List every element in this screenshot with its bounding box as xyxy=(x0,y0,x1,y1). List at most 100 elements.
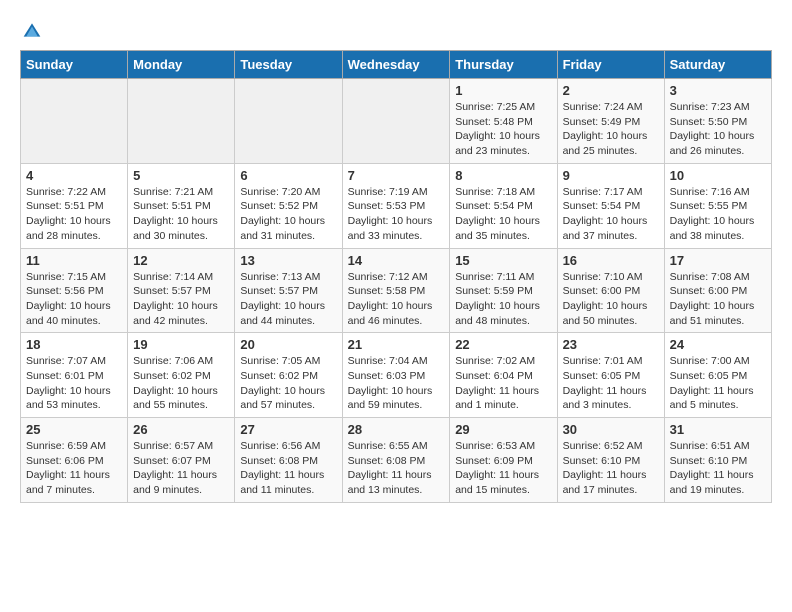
day-info: Sunrise: 7:22 AM Sunset: 5:51 PM Dayligh… xyxy=(26,185,122,244)
day-info: Sunrise: 6:53 AM Sunset: 6:09 PM Dayligh… xyxy=(455,439,551,498)
day-number: 4 xyxy=(26,168,122,183)
day-info: Sunrise: 6:57 AM Sunset: 6:07 PM Dayligh… xyxy=(133,439,229,498)
calendar-cell: 6 Sunrise: 7:20 AM Sunset: 5:52 PM Daylig… xyxy=(235,163,342,248)
calendar-week-row: 1 Sunrise: 7:25 AM Sunset: 5:48 PM Daylig… xyxy=(21,79,772,164)
day-number: 19 xyxy=(133,337,229,352)
calendar-cell: 15Sunrise: 7:11 AM Sunset: 5:59 PM Dayli… xyxy=(450,248,557,333)
day-number: 13 xyxy=(240,253,336,268)
calendar-cell: 2Sunrise: 7:24 AM Sunset: 5:49 PM Daylig… xyxy=(557,79,664,164)
day-info: Sunrise: 7:14 AM Sunset: 5:57 PM Dayligh… xyxy=(133,270,229,329)
calendar-cell: 27 Sunrise: 6:56 AM Sunset: 6:08 PM Dayli… xyxy=(235,418,342,503)
day-number: 14 xyxy=(348,253,445,268)
calendar-cell: 5 Sunrise: 7:21 AM Sunset: 5:51 PM Daylig… xyxy=(128,163,235,248)
day-info: Sunrise: 7:15 AM Sunset: 5:56 PM Dayligh… xyxy=(26,270,122,329)
header-sunday: Sunday xyxy=(21,51,128,79)
day-number: 22 xyxy=(455,337,551,352)
day-info: Sunrise: 7:23 AM Sunset: 5:50 PM Dayligh… xyxy=(670,100,766,159)
day-info: Sunrise: 6:55 AM Sunset: 6:08 PM Dayligh… xyxy=(348,439,445,498)
calendar-cell: 4 Sunrise: 7:22 AM Sunset: 5:51 PM Daylig… xyxy=(21,163,128,248)
day-number: 29 xyxy=(455,422,551,437)
calendar-week-row: 4 Sunrise: 7:22 AM Sunset: 5:51 PM Daylig… xyxy=(21,163,772,248)
logo-icon xyxy=(22,20,42,40)
day-number: 7 xyxy=(348,168,445,183)
calendar-cell xyxy=(128,79,235,164)
day-number: 16 xyxy=(563,253,659,268)
calendar-week-row: 11 Sunrise: 7:15 AM Sunset: 5:56 PM Dayli… xyxy=(21,248,772,333)
calendar-cell: 13 Sunrise: 7:13 AM Sunset: 5:57 PM Dayli… xyxy=(235,248,342,333)
calendar-cell: 28 Sunrise: 6:55 AM Sunset: 6:08 PM Dayli… xyxy=(342,418,450,503)
day-info: Sunrise: 7:02 AM Sunset: 6:04 PM Dayligh… xyxy=(455,354,551,413)
day-info: Sunrise: 7:24 AM Sunset: 5:49 PM Dayligh… xyxy=(563,100,659,159)
day-number: 8 xyxy=(455,168,551,183)
day-info: Sunrise: 7:13 AM Sunset: 5:57 PM Dayligh… xyxy=(240,270,336,329)
calendar-cell: 22 Sunrise: 7:02 AM Sunset: 6:04 PM Dayli… xyxy=(450,333,557,418)
day-info: Sunrise: 6:52 AM Sunset: 6:10 PM Dayligh… xyxy=(563,439,659,498)
day-number: 12 xyxy=(133,253,229,268)
day-info: Sunrise: 7:01 AM Sunset: 6:05 PM Dayligh… xyxy=(563,354,659,413)
calendar-cell: 11 Sunrise: 7:15 AM Sunset: 5:56 PM Dayli… xyxy=(21,248,128,333)
calendar-table: SundayMondayTuesdayWednesdayThursdayFrid… xyxy=(20,50,772,503)
day-number: 23 xyxy=(563,337,659,352)
calendar-cell: 17Sunrise: 7:08 AM Sunset: 6:00 PM Dayli… xyxy=(664,248,771,333)
calendar-cell: 10 Sunrise: 7:16 AM Sunset: 5:55 PM Dayli… xyxy=(664,163,771,248)
day-info: Sunrise: 7:19 AM Sunset: 5:53 PM Dayligh… xyxy=(348,185,445,244)
day-number: 15 xyxy=(455,253,551,268)
calendar-cell: 30 Sunrise: 6:52 AM Sunset: 6:10 PM Dayli… xyxy=(557,418,664,503)
calendar-cell: 31 Sunrise: 6:51 AM Sunset: 6:10 PM Dayli… xyxy=(664,418,771,503)
calendar-cell: 18 Sunrise: 7:07 AM Sunset: 6:01 PM Dayli… xyxy=(21,333,128,418)
day-info: Sunrise: 7:07 AM Sunset: 6:01 PM Dayligh… xyxy=(26,354,122,413)
calendar-cell: 14 Sunrise: 7:12 AM Sunset: 5:58 PM Dayli… xyxy=(342,248,450,333)
day-info: Sunrise: 6:51 AM Sunset: 6:10 PM Dayligh… xyxy=(670,439,766,498)
calendar-cell: 9 Sunrise: 7:17 AM Sunset: 5:54 PM Daylig… xyxy=(557,163,664,248)
day-info: Sunrise: 7:20 AM Sunset: 5:52 PM Dayligh… xyxy=(240,185,336,244)
calendar-cell: 3 Sunrise: 7:23 AM Sunset: 5:50 PM Daylig… xyxy=(664,79,771,164)
calendar-cell: 23 Sunrise: 7:01 AM Sunset: 6:05 PM Dayli… xyxy=(557,333,664,418)
calendar-cell: 12 Sunrise: 7:14 AM Sunset: 5:57 PM Dayli… xyxy=(128,248,235,333)
calendar-week-row: 25Sunrise: 6:59 AM Sunset: 6:06 PM Dayli… xyxy=(21,418,772,503)
header-thursday: Thursday xyxy=(450,51,557,79)
day-info: Sunrise: 7:06 AM Sunset: 6:02 PM Dayligh… xyxy=(133,354,229,413)
day-info: Sunrise: 7:21 AM Sunset: 5:51 PM Dayligh… xyxy=(133,185,229,244)
day-number: 3 xyxy=(670,83,766,98)
day-number: 11 xyxy=(26,253,122,268)
calendar-cell xyxy=(21,79,128,164)
day-info: Sunrise: 6:56 AM Sunset: 6:08 PM Dayligh… xyxy=(240,439,336,498)
header-friday: Friday xyxy=(557,51,664,79)
day-number: 20 xyxy=(240,337,336,352)
calendar-cell: 7 Sunrise: 7:19 AM Sunset: 5:53 PM Daylig… xyxy=(342,163,450,248)
day-info: Sunrise: 7:12 AM Sunset: 5:58 PM Dayligh… xyxy=(348,270,445,329)
header-tuesday: Tuesday xyxy=(235,51,342,79)
calendar-week-row: 18 Sunrise: 7:07 AM Sunset: 6:01 PM Dayli… xyxy=(21,333,772,418)
calendar-cell: 21Sunrise: 7:04 AM Sunset: 6:03 PM Dayli… xyxy=(342,333,450,418)
day-number: 24 xyxy=(670,337,766,352)
day-number: 9 xyxy=(563,168,659,183)
day-number: 10 xyxy=(670,168,766,183)
logo xyxy=(20,20,44,40)
day-number: 28 xyxy=(348,422,445,437)
calendar-cell: 8Sunrise: 7:18 AM Sunset: 5:54 PM Daylig… xyxy=(450,163,557,248)
calendar-cell: 20 Sunrise: 7:05 AM Sunset: 6:02 PM Dayli… xyxy=(235,333,342,418)
day-number: 1 xyxy=(455,83,551,98)
day-number: 31 xyxy=(670,422,766,437)
calendar-cell: 26Sunrise: 6:57 AM Sunset: 6:07 PM Dayli… xyxy=(128,418,235,503)
page-header xyxy=(20,20,772,40)
calendar-cell: 24Sunrise: 7:00 AM Sunset: 6:05 PM Dayli… xyxy=(664,333,771,418)
day-number: 18 xyxy=(26,337,122,352)
day-info: Sunrise: 7:05 AM Sunset: 6:02 PM Dayligh… xyxy=(240,354,336,413)
calendar-cell: 29 Sunrise: 6:53 AM Sunset: 6:09 PM Dayli… xyxy=(450,418,557,503)
calendar-cell: 19 Sunrise: 7:06 AM Sunset: 6:02 PM Dayli… xyxy=(128,333,235,418)
calendar-cell: 1 Sunrise: 7:25 AM Sunset: 5:48 PM Daylig… xyxy=(450,79,557,164)
day-info: Sunrise: 7:10 AM Sunset: 6:00 PM Dayligh… xyxy=(563,270,659,329)
day-number: 30 xyxy=(563,422,659,437)
calendar-cell xyxy=(235,79,342,164)
day-info: Sunrise: 7:25 AM Sunset: 5:48 PM Dayligh… xyxy=(455,100,551,159)
day-number: 6 xyxy=(240,168,336,183)
calendar-cell: 16 Sunrise: 7:10 AM Sunset: 6:00 PM Dayli… xyxy=(557,248,664,333)
day-number: 17 xyxy=(670,253,766,268)
day-info: Sunrise: 7:17 AM Sunset: 5:54 PM Dayligh… xyxy=(563,185,659,244)
header-monday: Monday xyxy=(128,51,235,79)
day-number: 5 xyxy=(133,168,229,183)
day-number: 27 xyxy=(240,422,336,437)
calendar-cell: 25Sunrise: 6:59 AM Sunset: 6:06 PM Dayli… xyxy=(21,418,128,503)
day-info: Sunrise: 7:16 AM Sunset: 5:55 PM Dayligh… xyxy=(670,185,766,244)
